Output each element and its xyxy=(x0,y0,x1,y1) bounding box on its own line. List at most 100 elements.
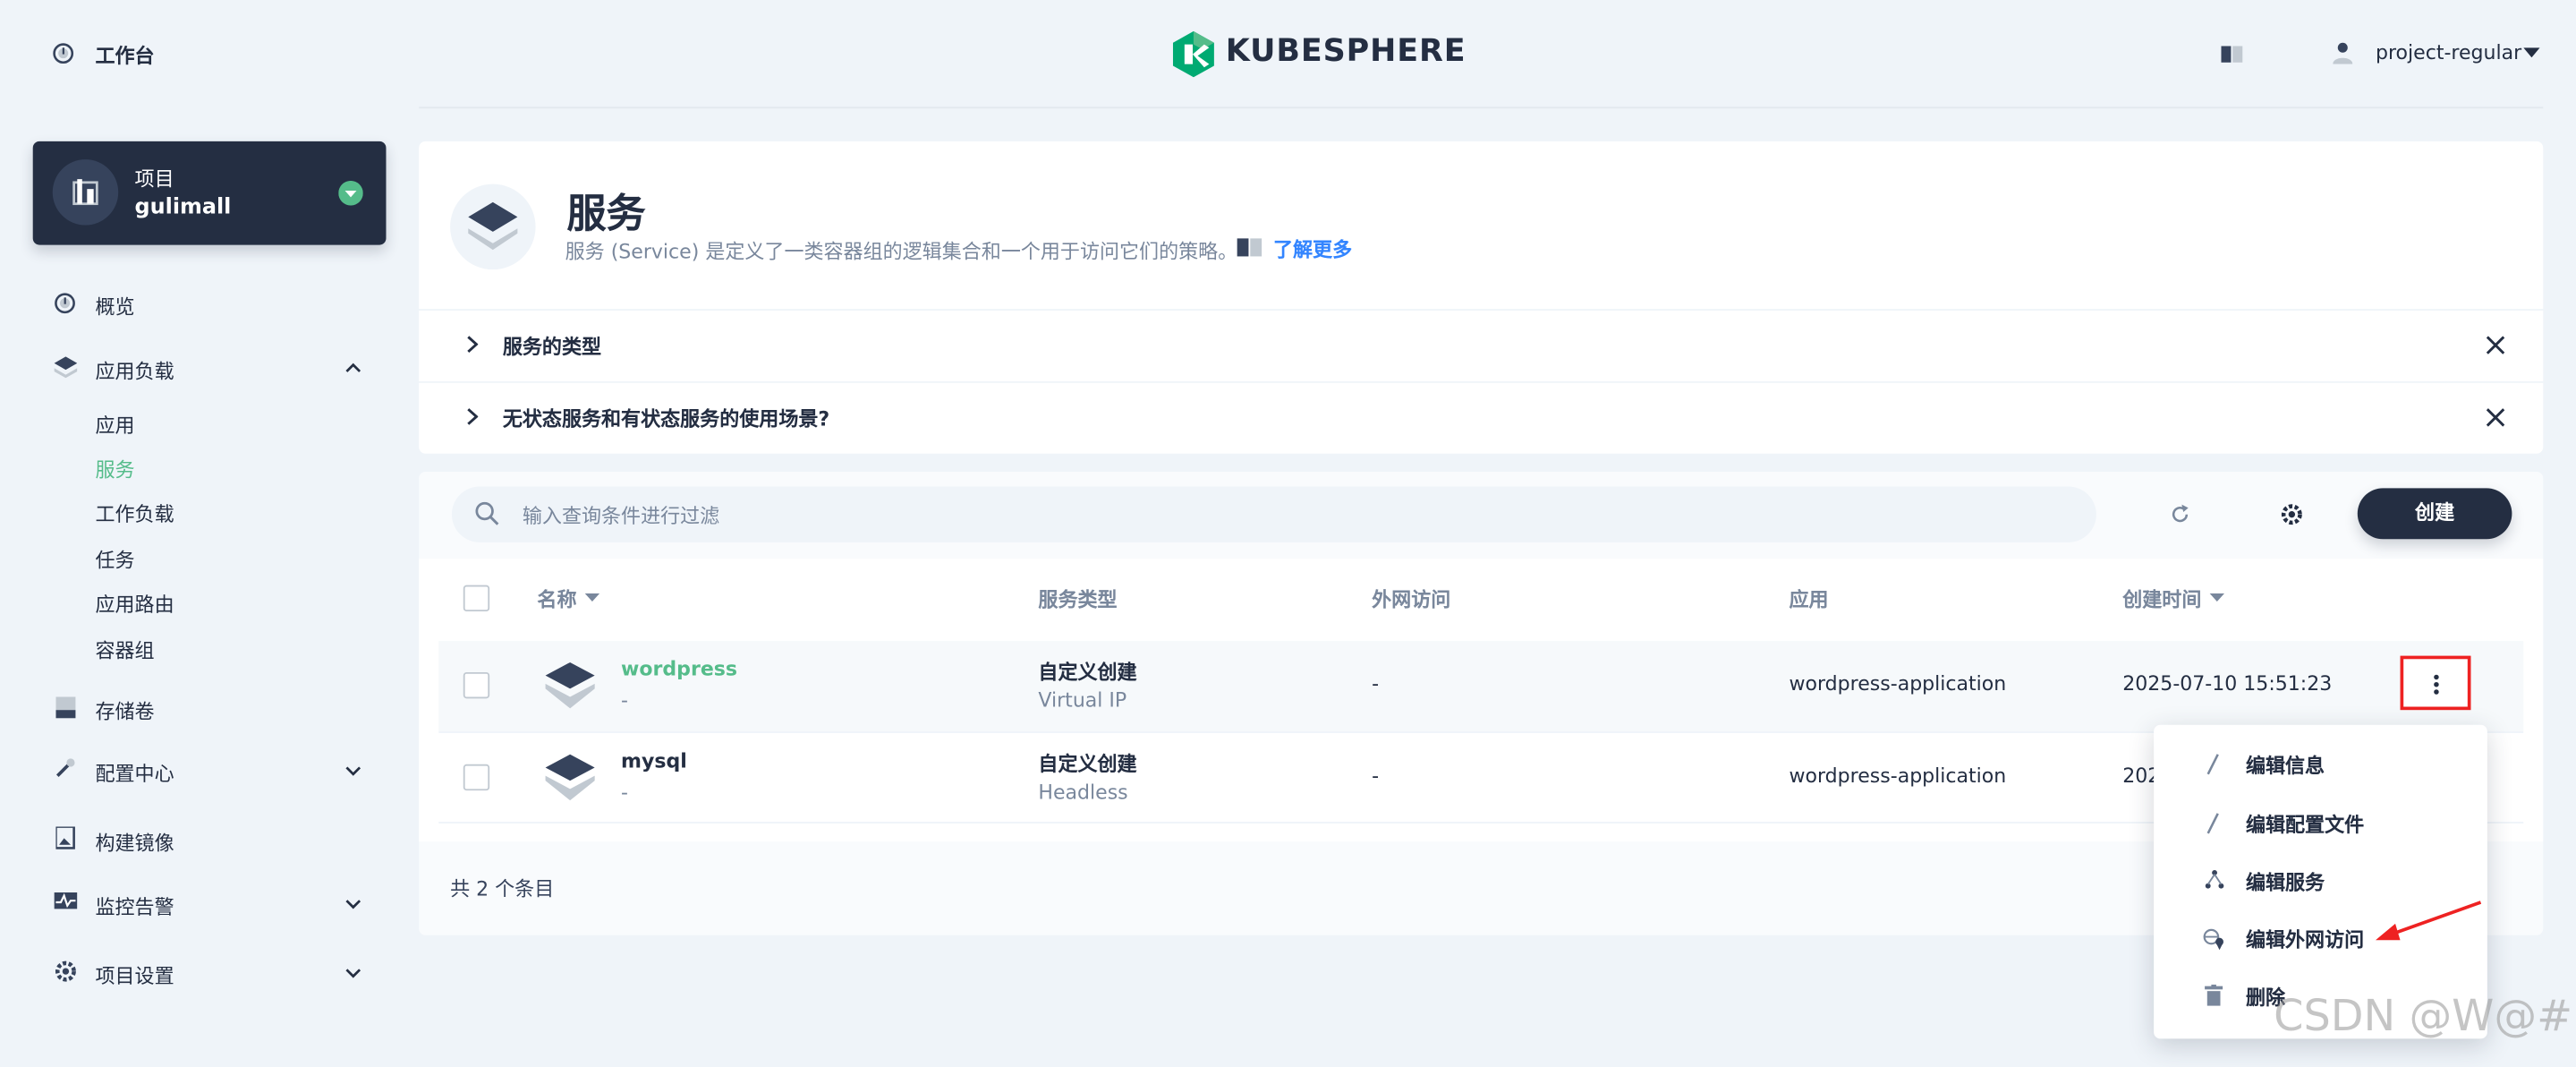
service-icon xyxy=(544,753,597,802)
column-header-external: 外网访问 xyxy=(1372,588,1451,612)
sidebar-item-ingresses[interactable]: 应用路由 xyxy=(95,590,174,618)
service-banner xyxy=(419,141,2544,310)
overview-icon xyxy=(55,293,76,314)
refresh-icon[interactable] xyxy=(2170,504,2189,525)
chevron-down-icon xyxy=(345,968,361,979)
row-checkbox[interactable] xyxy=(463,764,490,791)
service-name-link[interactable]: mysql xyxy=(621,749,687,773)
sidebar-item-services[interactable]: 服务 xyxy=(95,456,134,483)
column-header-created[interactable]: 创建时间 xyxy=(2122,585,2201,613)
column-header-name[interactable]: 名称 xyxy=(537,585,576,613)
project-icon xyxy=(52,159,119,226)
tip-service-types[interactable] xyxy=(419,311,2544,381)
header-divider xyxy=(419,107,2544,109)
sidebar-item-label: 概览 xyxy=(95,295,135,320)
chevron-down-icon xyxy=(345,899,361,910)
service-type-sub: Headless xyxy=(1038,781,1128,804)
page-title: 服务 xyxy=(566,190,646,237)
pen-icon xyxy=(2205,753,2221,776)
sidebar-group-label: 项目设置 xyxy=(95,964,174,988)
service-banner-icon xyxy=(448,183,537,271)
external-access: - xyxy=(1372,671,1380,696)
image-builder-icon xyxy=(55,826,75,850)
search-icon xyxy=(475,501,500,526)
page-description: 服务 (Service) 是定义了一类容器组的逻辑集合和一个用于访问它们的策略。 xyxy=(565,240,1238,263)
monitoring-icon xyxy=(54,892,78,912)
sidebar-item-label: 存储卷 xyxy=(95,700,155,723)
sidebar-item-workloads[interactable]: 工作负载 xyxy=(95,499,174,527)
sidebar-group-label: 配置中心 xyxy=(95,762,174,786)
chevron-up-icon xyxy=(345,362,361,373)
globe-pin-icon xyxy=(2203,928,2226,951)
column-header-app: 应用 xyxy=(1789,588,1829,612)
sidebar-item-pods[interactable]: 容器组 xyxy=(95,636,154,664)
chevron-right-icon xyxy=(466,336,479,354)
service-name-sub: - xyxy=(621,781,629,804)
service-name-link[interactable]: wordpress xyxy=(621,657,737,680)
dashboard-icon xyxy=(53,43,74,64)
project-name: gulimall xyxy=(134,195,232,221)
sidebar-item-jobs[interactable]: 任务 xyxy=(95,546,134,574)
select-all-checkbox[interactable] xyxy=(463,585,490,612)
brand-name: KUBESPHERE xyxy=(1225,32,1467,70)
column-header-type: 服务类型 xyxy=(1038,588,1118,612)
chevron-right-icon xyxy=(466,407,479,425)
switch-project-icon[interactable] xyxy=(338,180,363,206)
close-icon[interactable] xyxy=(2486,407,2505,427)
created-time: 2025-07-10 15:51:23 xyxy=(2122,671,2333,696)
sidebar-item-label: 构建镜像 xyxy=(95,832,174,855)
service-type-sub: Virtual IP xyxy=(1038,688,1127,713)
user-menu[interactable]: project-regular xyxy=(2333,39,2546,69)
project-type-label: 项目 xyxy=(134,167,174,191)
service-icon xyxy=(544,661,597,710)
close-icon[interactable] xyxy=(2486,336,2505,355)
sort-caret-icon xyxy=(2209,593,2225,602)
layers-icon xyxy=(54,356,78,379)
gear-icon xyxy=(55,960,78,983)
menu-item-edit-external-access[interactable]: 编辑外网访问 xyxy=(2246,926,2364,953)
docs-icon[interactable] xyxy=(2221,46,2244,64)
wrench-icon xyxy=(55,757,76,779)
create-button[interactable]: 创建 xyxy=(2357,488,2512,540)
settings-gear-icon[interactable] xyxy=(2281,503,2304,526)
tip-label: 服务的类型 xyxy=(502,335,602,359)
sidebar-item-overview[interactable]: 概览 xyxy=(53,289,381,322)
chevron-down-icon xyxy=(345,766,361,778)
search-placeholder: 输入查询条件进行过滤 xyxy=(522,504,720,528)
service-name-sub: - xyxy=(621,688,629,713)
total-count: 共 2 个条目 xyxy=(450,877,555,901)
pen-icon xyxy=(2205,812,2221,835)
sidebar-group-label: 应用负载 xyxy=(95,360,174,383)
row-more-button[interactable] xyxy=(2400,655,2471,711)
trash-icon xyxy=(2205,984,2223,1006)
menu-item-edit-info[interactable]: 编辑信息 xyxy=(2246,751,2325,779)
watermark: CSDN @W@# xyxy=(2274,993,2573,1043)
user-icon xyxy=(2333,41,2353,64)
project-switcher[interactable]: 项目 gulimall xyxy=(32,141,387,245)
app-name: wordpress-application xyxy=(1789,764,2007,788)
sidebar-item-storage[interactable]: 存储卷 xyxy=(53,694,373,727)
sidebar-group-config[interactable]: 配置中心 xyxy=(53,756,373,790)
sidebar-group-workloads[interactable]: 应用负载 xyxy=(53,354,373,387)
sidebar-group-monitoring[interactable]: 监控告警 xyxy=(53,889,373,922)
sidebar-item-build-image[interactable]: 构建镜像 xyxy=(53,825,373,858)
sidebar-group-settings[interactable]: 项目设置 xyxy=(53,958,373,991)
kubesphere-logo[interactable] xyxy=(1171,30,1216,79)
storage-icon xyxy=(55,696,76,719)
service-type: 自定义创建 xyxy=(1038,661,1137,684)
sidebar-group-label: 监控告警 xyxy=(95,895,174,919)
workbench-link[interactable]: 工作台 xyxy=(53,39,168,69)
menu-item-edit-yaml[interactable]: 编辑配置文件 xyxy=(2246,810,2364,838)
more-vertical-icon xyxy=(2433,674,2439,696)
username: project-regular xyxy=(2376,40,2522,64)
tip-label: 无状态服务和有状态服务的使用场景? xyxy=(502,407,830,431)
annotation-arrow xyxy=(2372,899,2484,944)
learn-more-link[interactable]: 了解更多 xyxy=(1273,235,1352,263)
app-name: wordpress-application xyxy=(1789,671,2007,696)
menu-item-edit-service[interactable]: 编辑服务 xyxy=(2246,867,2325,895)
external-access: - xyxy=(1372,764,1380,788)
sidebar-item-apps[interactable]: 应用 xyxy=(95,411,134,439)
workbench-label: 工作台 xyxy=(95,44,155,68)
row-checkbox[interactable] xyxy=(463,671,490,699)
topology-icon xyxy=(2205,869,2224,889)
